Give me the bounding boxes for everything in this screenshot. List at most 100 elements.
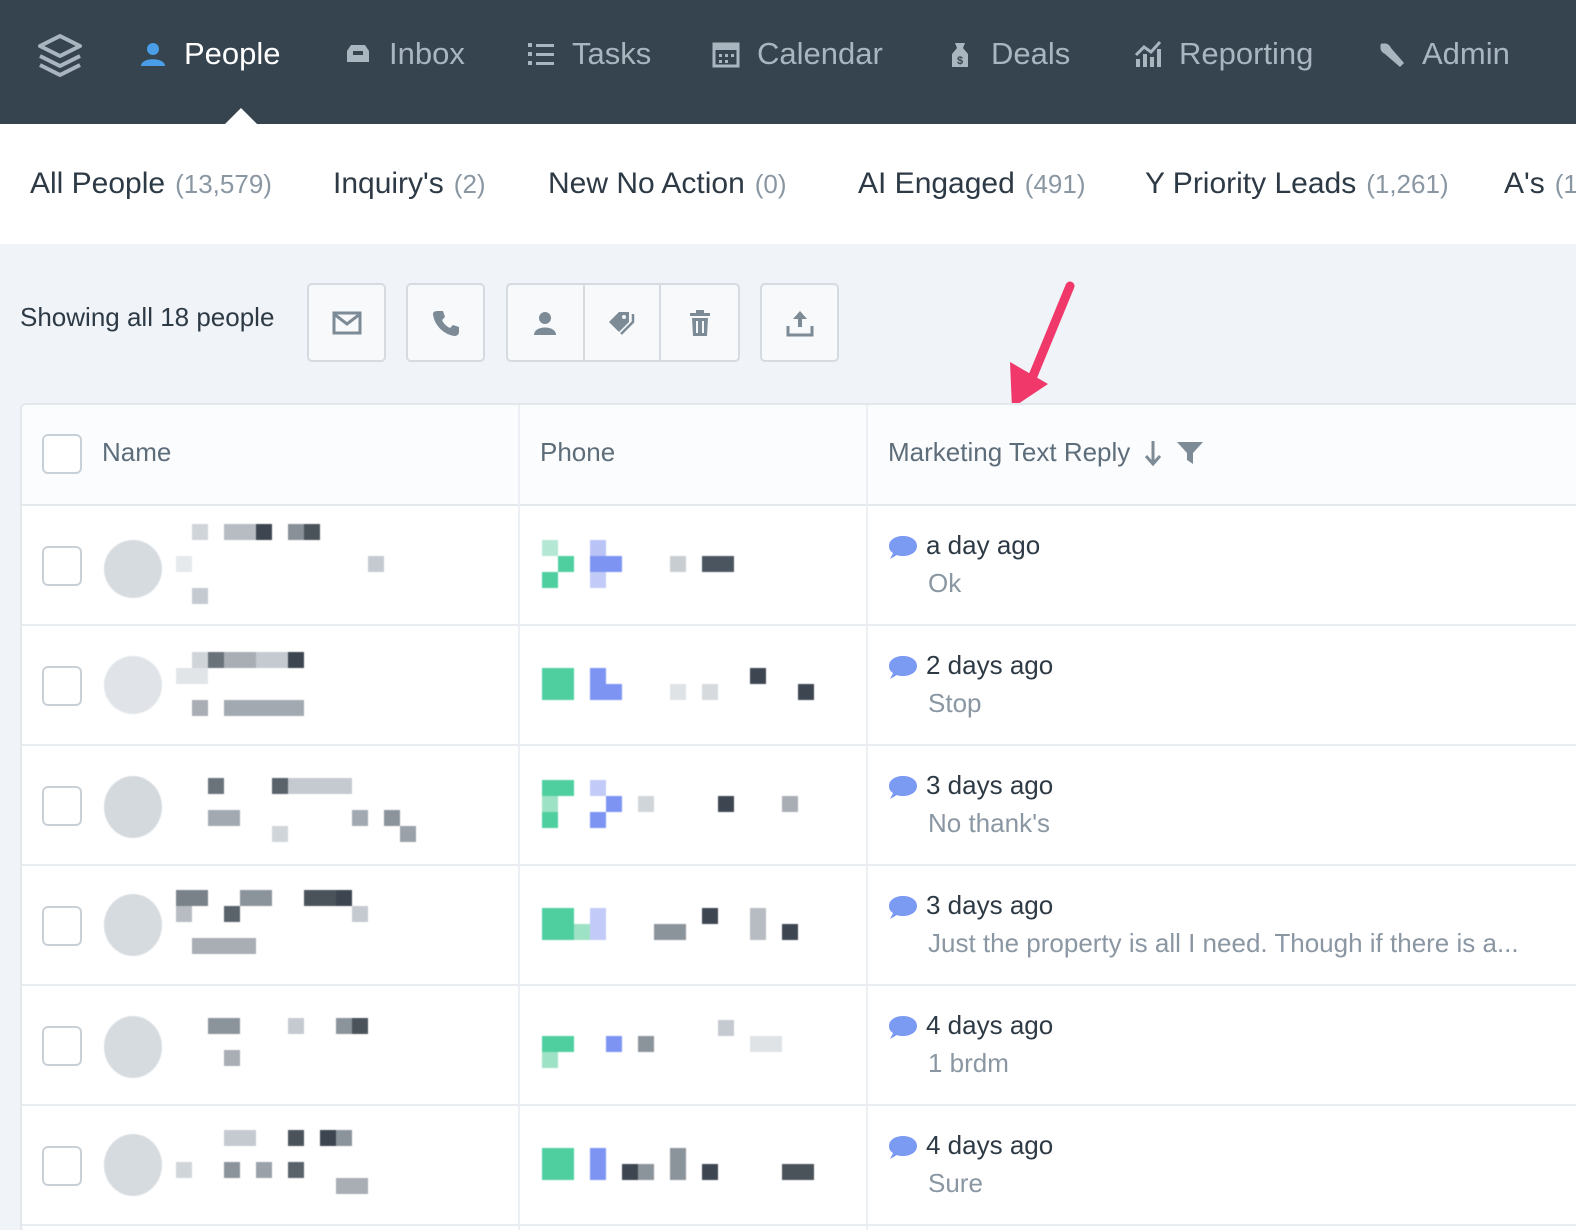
list-tab-new-no-action[interactable]: New No Action (0) xyxy=(548,124,787,244)
select-all-checkbox[interactable] xyxy=(42,434,82,474)
nav-inbox[interactable]: Inbox xyxy=(343,0,465,108)
redacted-phone xyxy=(540,1018,820,1068)
text-message-icon xyxy=(889,536,917,559)
reply-time: 4 days ago xyxy=(926,1010,1054,1040)
nav-calendar[interactable]: Calendar xyxy=(711,0,883,108)
table-row[interactable]: 2 days ago Stop xyxy=(22,626,1576,746)
reply-message: No thank's xyxy=(928,808,1051,838)
table-row[interactable]: 3 days ago No thank's xyxy=(22,746,1576,866)
nav-label: Inbox xyxy=(389,36,465,71)
export-button[interactable] xyxy=(760,283,839,362)
list-tab-as[interactable]: A's (1 xyxy=(1504,124,1576,244)
nav-label: Calendar xyxy=(757,36,883,71)
redacted-name xyxy=(174,1130,404,1200)
table-row[interactable]: 4 days ago Sure xyxy=(22,1106,1576,1226)
text-message-icon xyxy=(889,1136,917,1159)
calendar-icon xyxy=(711,39,741,69)
wrench-icon xyxy=(1376,39,1406,69)
avatar xyxy=(104,656,162,714)
reply-time: a day ago xyxy=(926,530,1041,560)
column-header-phone[interactable]: Phone xyxy=(540,437,615,468)
redacted-name xyxy=(174,1018,394,1078)
list-tab-label: Y Priority Leads xyxy=(1145,167,1357,200)
list-tab-label: All People xyxy=(30,167,166,200)
deals-icon: $ xyxy=(945,39,975,69)
list-tab-y-priority-leads[interactable]: Y Priority Leads (1,261) xyxy=(1145,124,1449,244)
row-checkbox[interactable] xyxy=(42,1146,82,1186)
bulk-actions-group xyxy=(506,283,740,362)
assign-button[interactable] xyxy=(508,285,585,360)
list-tab-label: Inquiry's xyxy=(333,167,444,200)
nav-people[interactable]: People xyxy=(138,0,281,108)
avatar xyxy=(104,776,162,838)
reply-time: 2 days ago xyxy=(926,650,1054,680)
row-checkbox[interactable] xyxy=(42,906,82,946)
column-header-name[interactable]: Name xyxy=(102,437,171,468)
redacted-name xyxy=(174,778,434,844)
nav-reporting[interactable]: Reporting xyxy=(1133,0,1313,108)
list-tab-count: (0) xyxy=(754,168,787,199)
reporting-icon xyxy=(1133,39,1163,69)
tag-icon xyxy=(609,311,635,335)
table-row[interactable]: 3 days ago Just the property is all I ne… xyxy=(22,866,1576,986)
column-header-label: Name xyxy=(102,437,172,467)
reply-time: 3 days ago xyxy=(926,770,1054,800)
text-message-icon xyxy=(889,776,917,799)
list-tab-count: (491) xyxy=(1024,168,1086,199)
row-checkbox[interactable] xyxy=(42,666,82,706)
avatar xyxy=(104,1134,162,1196)
sort-down-icon[interactable] xyxy=(1144,439,1162,467)
list-tab-count: (2) xyxy=(453,168,486,199)
people-table: Name Phone Marketing Text Reply a day ag… xyxy=(20,403,1576,1230)
tasks-icon xyxy=(526,39,556,69)
nav-label: Reporting xyxy=(1179,36,1314,71)
avatar xyxy=(104,1016,162,1078)
avatar xyxy=(104,894,162,956)
text-message-icon xyxy=(889,656,917,679)
reply-message: Stop xyxy=(928,688,982,718)
column-header-marketing-text-reply[interactable]: Marketing Text Reply xyxy=(888,437,1204,468)
svg-text:$: $ xyxy=(957,55,963,67)
assign-icon xyxy=(534,311,557,335)
redacted-phone xyxy=(540,664,820,704)
email-button[interactable] xyxy=(307,283,386,362)
row-checkbox[interactable] xyxy=(42,786,82,826)
nav-admin[interactable]: Admin xyxy=(1376,0,1510,108)
saved-lists-bar: All People (13,579) Inquiry's (2) New No… xyxy=(0,124,1576,244)
reply-message: Just the property is all I need. Though … xyxy=(928,928,1519,958)
list-tab-label: A's xyxy=(1504,167,1545,200)
delete-button[interactable] xyxy=(661,285,738,360)
list-tab-ai-engaged[interactable]: AI Engaged (491) xyxy=(858,124,1086,244)
row-checkbox[interactable] xyxy=(42,1026,82,1066)
nav-label: Admin xyxy=(1422,36,1510,71)
filter-icon[interactable] xyxy=(1176,440,1204,466)
reply-message: Ok xyxy=(928,568,962,598)
call-button[interactable] xyxy=(406,283,485,362)
redacted-name xyxy=(174,524,384,606)
table-row[interactable]: a day ago Ok xyxy=(22,506,1576,626)
row-checkbox[interactable] xyxy=(42,546,82,586)
avatar xyxy=(104,540,162,598)
list-tab-label: New No Action xyxy=(548,167,745,200)
reply-time: 4 days ago xyxy=(926,1130,1054,1160)
list-tab-count: (13,579) xyxy=(175,168,272,199)
tag-button[interactable] xyxy=(585,285,662,360)
text-message-icon xyxy=(889,1016,917,1039)
redacted-phone xyxy=(540,906,820,942)
table-row[interactable]: 4 days ago 1 brdm xyxy=(22,986,1576,1106)
active-nav-caret xyxy=(225,108,257,124)
list-tab-inquirys[interactable]: Inquiry's (2) xyxy=(333,124,486,244)
nav-deals[interactable]: $ Deals xyxy=(945,0,1070,108)
redacted-phone xyxy=(540,538,740,588)
nav-label: People xyxy=(184,36,281,71)
redacted-name xyxy=(174,652,334,718)
list-tab-count: (1,261) xyxy=(1366,168,1449,199)
column-header-label: Phone xyxy=(540,437,616,467)
logo-icon[interactable] xyxy=(36,30,84,78)
reply-message: 1 brdm xyxy=(928,1048,1009,1078)
nav-tasks[interactable]: Tasks xyxy=(526,0,651,108)
list-tab-all-people[interactable]: All People (13,579) xyxy=(30,124,272,244)
list-tab-count: (1 xyxy=(1554,168,1576,199)
redacted-phone xyxy=(540,1146,820,1182)
list-tab-label: AI Engaged xyxy=(858,167,1015,200)
